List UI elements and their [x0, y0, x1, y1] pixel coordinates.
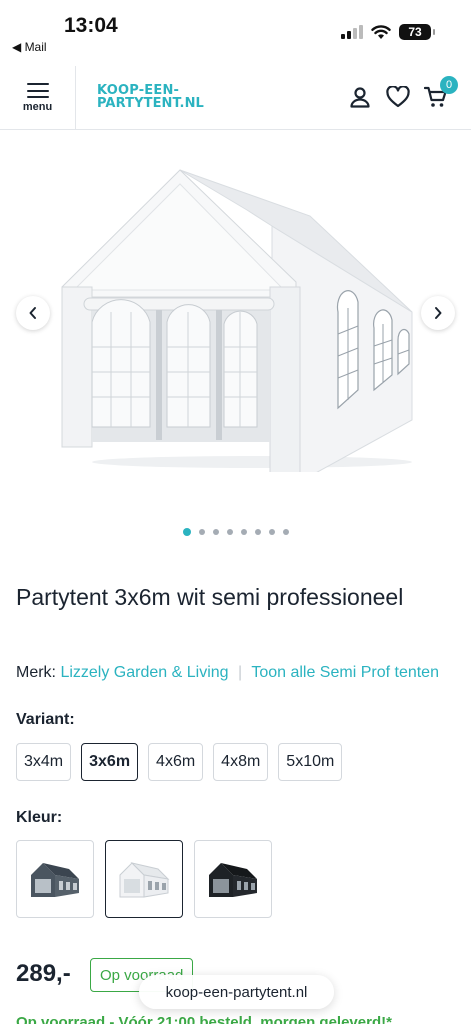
color-option-black[interactable]: [194, 840, 272, 918]
brand-link[interactable]: Lizzely Garden & Living: [60, 664, 228, 681]
brand-line: Merk: Lizzely Garden & Living | Toon all…: [16, 664, 439, 682]
gallery-dot[interactable]: [268, 529, 275, 535]
color-option-white[interactable]: [105, 840, 183, 918]
site-header: menu KOOP-EEN- PARTYTENT.NL 0: [0, 66, 471, 130]
menu-label: menu: [22, 101, 53, 113]
variant-label: Variant:: [16, 711, 75, 728]
status-bar: 13:04 ◀ Mail 73: [0, 0, 471, 58]
variant-option-5x10m[interactable]: 5x10m: [278, 743, 343, 781]
gallery-dot[interactable]: [282, 529, 289, 535]
chevron-left-icon: [29, 307, 36, 319]
wifi-icon: [371, 24, 391, 39]
status-icons: 73: [341, 24, 435, 40]
brand-separator: |: [238, 664, 243, 681]
product-image[interactable]: [52, 162, 422, 472]
variant-option-4x6m[interactable]: 4x6m: [148, 743, 204, 781]
cart-count-badge: 0: [440, 76, 458, 94]
browser-url-bar[interactable]: koop-een-partytent.nl: [139, 975, 334, 1009]
account-button[interactable]: [347, 84, 373, 110]
url-text: koop-een-partytent.nl: [165, 983, 308, 1001]
gallery-pagination: [0, 528, 471, 536]
hamburger-icon: [26, 83, 49, 98]
product-gallery: [0, 132, 471, 512]
battery-icon: 73: [399, 24, 435, 40]
gallery-dot[interactable]: [226, 529, 233, 535]
product-price: 289,-: [16, 960, 71, 987]
header-actions: 0: [347, 76, 458, 110]
heart-icon: [386, 86, 410, 108]
variant-option-3x6m[interactable]: 3x6m: [81, 743, 139, 781]
user-icon: [350, 87, 370, 108]
show-all-semi-prof-link[interactable]: Toon alle Semi Prof tenten: [251, 664, 439, 681]
color-options: [16, 840, 272, 918]
variant-option-3x4m[interactable]: 3x4m: [16, 743, 72, 781]
logo-line-2: PARTYTENT.NL: [97, 96, 204, 111]
site-logo[interactable]: KOOP-EEN- PARTYTENT.NL: [97, 84, 204, 110]
cart-button[interactable]: 0: [423, 76, 458, 110]
gallery-dot[interactable]: [254, 529, 261, 535]
color-option-grey[interactable]: [16, 840, 94, 918]
brand-prefix: Merk:: [16, 664, 56, 681]
battery-level: 73: [408, 25, 422, 39]
back-app-label: Mail: [24, 40, 47, 54]
menu-button[interactable]: menu: [0, 66, 76, 130]
wishlist-button[interactable]: [385, 84, 411, 110]
gallery-dot[interactable]: [212, 529, 219, 535]
white-tent-thumbnail: [119, 862, 170, 898]
color-label: Kleur:: [16, 809, 63, 826]
gallery-dot[interactable]: [182, 528, 191, 536]
gallery-dot[interactable]: [240, 529, 247, 535]
black-tent-thumbnail: [209, 863, 257, 897]
gallery-dot[interactable]: [198, 529, 205, 535]
back-to-mail-link[interactable]: ◀ Mail: [12, 40, 47, 54]
grey-tent-thumbnail: [31, 863, 79, 897]
gallery-prev-button[interactable]: [16, 296, 50, 330]
product-title: Partytent 3x6m wit semi professioneel: [16, 584, 404, 610]
chevron-right-icon: [435, 307, 442, 319]
gallery-next-button[interactable]: [421, 296, 455, 330]
delivery-info: Op voorraad - Vóór 21:00 besteld, morgen…: [16, 1014, 392, 1024]
variant-options: 3x4m 3x6m 4x6m 4x8m 5x10m: [16, 743, 343, 781]
variant-option-4x8m[interactable]: 4x8m: [213, 743, 269, 781]
status-time: 13:04: [64, 14, 118, 37]
cellular-signal-icon: [341, 25, 363, 39]
